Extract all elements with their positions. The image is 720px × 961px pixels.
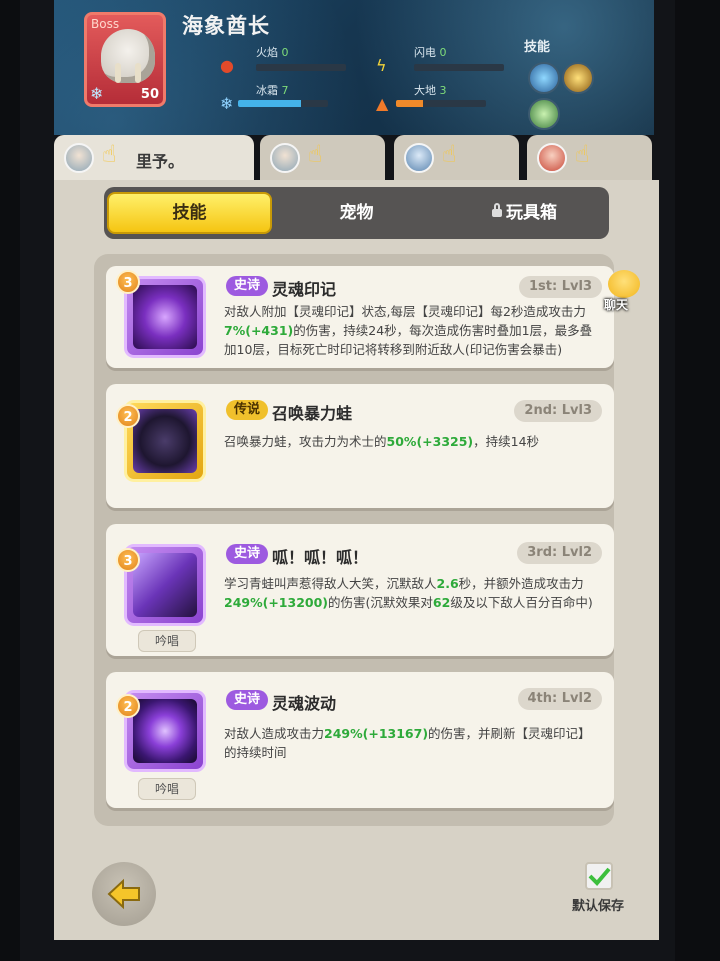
hero-avatar [404, 143, 434, 173]
rarity-badge: 史诗 [226, 544, 269, 564]
hero-tab-2[interactable]: ☝ [260, 135, 385, 180]
lock-icon [492, 203, 502, 217]
default-save-checkbox[interactable] [585, 862, 613, 890]
boss-tag: Boss [91, 17, 120, 31]
hero-avatar [64, 143, 94, 173]
boss-header: Boss ❄ 50 海象酋长 ● 火焰 0 ϟ 闪电 0 ❄ 冰霜 7 ▲ 大地… [54, 0, 654, 135]
chat-label: 聊天 [604, 298, 629, 312]
frost-bar-fill [238, 100, 301, 107]
tap-hand-icon: ☝ [102, 140, 117, 168]
skill-list[interactable]: 3 史诗 灵魂印记 1st: Lvl3 对敌人附加【灵魂印记】状态,每层【灵魂印… [94, 254, 614, 826]
rarity-badge: 史诗 [226, 690, 269, 710]
tab-toybox-label: 玩具箱 [506, 203, 557, 223]
lightning-bar [414, 64, 504, 71]
fire-bar [256, 64, 346, 71]
cast-badge: 吟唱 [138, 630, 196, 652]
hero-avatar [537, 143, 567, 173]
star-badge: 2 [116, 694, 140, 718]
back-button[interactable] [92, 862, 156, 926]
skill-slot-level: 3rd: Lvl2 [517, 542, 602, 564]
star-badge: 2 [116, 404, 140, 428]
frost-stat: 冰霜 7 [256, 84, 289, 97]
skill-description: 对敌人造成攻击力249%(+13167)的伤害，并刷新【灵魂印记】的持续时间 [224, 726, 591, 760]
checkmark-icon [588, 867, 611, 886]
boss-skills-label: 技能 [524, 40, 551, 55]
lightning-frog-icon [133, 553, 197, 617]
walrus-chief-portrait [101, 29, 155, 83]
frost-bar [238, 100, 328, 107]
boss-skill-icon-3[interactable] [528, 98, 560, 130]
tab-pets-label: 宠物 [339, 203, 374, 223]
tab-skills[interactable]: 技能 [107, 192, 272, 234]
rarity-badge: 史诗 [226, 276, 269, 296]
skill-description: 对敌人附加【灵魂印记】状态,每层【灵魂印记】每2秒造成攻击力7%(+431)的伤… [224, 304, 593, 357]
frog-icon [133, 409, 197, 473]
cast-badge: 吟唱 [138, 778, 196, 800]
game-screen: Boss ❄ 50 海象酋长 ● 火焰 0 ϟ 闪电 0 ❄ 冰霜 7 ▲ 大地… [20, 0, 675, 961]
lightning-icon: ϟ [376, 56, 387, 75]
hero-panel: 技能 宠物 玩具箱 3 史诗 灵魂印记 1st: Lvl3 对敌人附加【灵魂印记… [54, 180, 659, 940]
boss-skill-icon-1[interactable] [528, 62, 560, 94]
earth-bar [396, 100, 486, 107]
hero-tab-3[interactable]: ☝ [394, 135, 519, 180]
earth-icon: ▲ [376, 94, 389, 113]
frost-icon: ❄ [90, 84, 104, 103]
skill-title: 灵魂印记 [272, 280, 337, 299]
boss-portrait[interactable]: Boss ❄ 50 [84, 12, 166, 107]
default-save-label: 默认保存 [572, 899, 625, 914]
skill-slot-level: 1st: Lvl3 [519, 276, 602, 298]
soul-flame-icon [133, 285, 197, 349]
tab-pets[interactable]: 宠物 [274, 192, 439, 234]
skill-card-summon-frog[interactable]: 2 传说 召唤暴力蛙 2nd: Lvl3 召唤暴力蛙，攻击力为术士的50%(+3… [106, 384, 614, 508]
rarity-badge: 传说 [226, 400, 269, 420]
star-badge: 3 [116, 548, 140, 572]
fire-stat: 火焰 0 [256, 46, 289, 59]
skill-title: 召唤暴力蛙 [272, 404, 353, 423]
hero-name: 里予。 [136, 152, 185, 171]
chat-emoji-icon [608, 270, 640, 298]
chat-button[interactable]: 聊天 [594, 268, 648, 316]
tap-hand-icon: ☝ [442, 140, 457, 168]
category-tabs: 技能 宠物 玩具箱 [104, 187, 609, 239]
skill-card-soul-mark[interactable]: 3 史诗 灵魂印记 1st: Lvl3 对敌人附加【灵魂印记】状态,每层【灵魂印… [106, 266, 614, 368]
hero-tab-1[interactable]: ☝ 里予。 [54, 135, 254, 180]
star-badge: 3 [116, 270, 140, 294]
skill-slot-level: 2nd: Lvl3 [514, 400, 602, 422]
back-arrow-icon [107, 878, 140, 910]
boss-skill-icon-2[interactable] [562, 62, 594, 94]
skill-card-croak[interactable]: 3 吟唱 史诗 呱！呱！呱！ 3rd: Lvl2 学习青蛙叫声惹得敌人大笑，沉默… [106, 524, 614, 656]
earth-bar-fill [396, 100, 423, 107]
tab-skills-label: 技能 [172, 203, 207, 223]
soul-wave-icon [133, 699, 197, 763]
lightning-stat: 闪电 0 [414, 46, 447, 59]
skill-description: 召唤暴力蛙，攻击力为术士的50%(+3325)，持续14秒 [224, 434, 540, 449]
fire-icon: ● [220, 56, 234, 75]
skill-card-soul-wave[interactable]: 2 吟唱 史诗 灵魂波动 4th: Lvl2 对敌人造成攻击力249%(+131… [106, 672, 614, 808]
tab-toybox[interactable]: 玩具箱 [442, 192, 607, 234]
boss-level: 50 [140, 87, 159, 102]
hero-tab-4[interactable]: ☝ [527, 135, 652, 180]
skill-title: 灵魂波动 [272, 694, 337, 713]
skill-slot-level: 4th: Lvl2 [517, 688, 602, 710]
skill-description: 学习青蛙叫声惹得敌人大笑，沉默敌人2.6秒，并额外造成攻击力249%(+1320… [224, 576, 593, 610]
boss-name: 海象酋长 [182, 14, 270, 38]
tap-hand-icon: ☝ [308, 140, 323, 168]
tap-hand-icon: ☝ [575, 140, 590, 168]
earth-stat: 大地 3 [414, 84, 447, 97]
hero-avatar [270, 143, 300, 173]
skill-title: 呱！呱！呱！ [272, 548, 369, 567]
frost-stat-icon: ❄ [220, 94, 234, 113]
